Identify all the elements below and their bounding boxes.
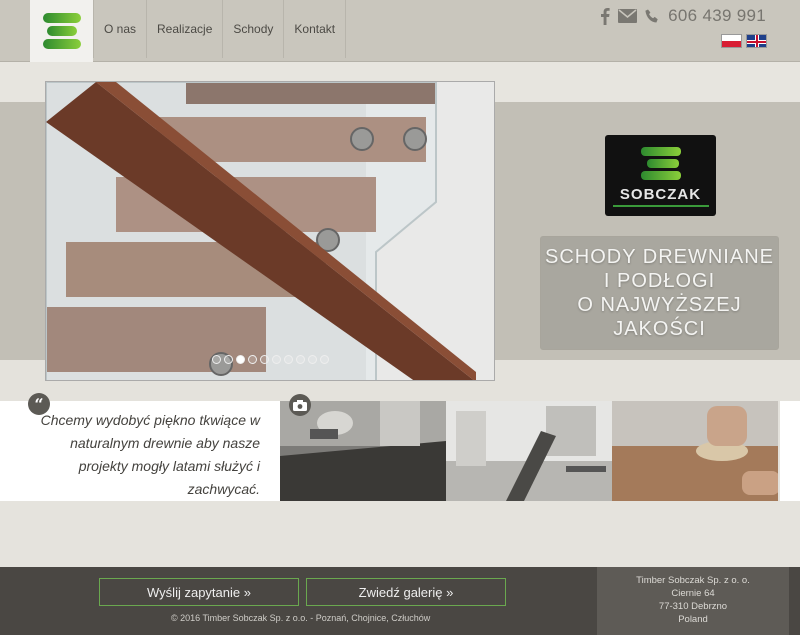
polish-flag-icon[interactable] bbox=[721, 34, 742, 48]
visit-gallery-button[interactable]: Zwiedź galerię » bbox=[306, 578, 506, 606]
copyright-text: © 2016 Timber Sobczak Sp. z o.o. - Pozna… bbox=[171, 613, 431, 623]
nav-item-schody[interactable]: Schody bbox=[223, 0, 285, 58]
slider-dot[interactable] bbox=[211, 355, 221, 364]
send-inquiry-button[interactable]: Wyślij zapytanie » bbox=[99, 578, 299, 606]
company-address: Timber Sobczak Sp. z o. o. Ciernie 64 77… bbox=[597, 567, 789, 635]
language-switcher bbox=[721, 34, 767, 48]
nav-item-realizacje[interactable]: Realizacje bbox=[147, 0, 224, 58]
quote-icon: “ bbox=[28, 393, 50, 415]
hero-headline: SCHODY DREWNIANE I PODŁOGI O NAJWYŻSZEJ … bbox=[545, 246, 774, 340]
address-line: Ciernie 64 bbox=[671, 588, 715, 599]
main-nav: O nas Realizacje Schody Kontakt bbox=[93, 0, 347, 58]
gallery-right-padding bbox=[780, 401, 800, 501]
address-line: Timber Sobczak Sp. z o. o. bbox=[636, 575, 750, 586]
camera-icon bbox=[289, 394, 311, 416]
slider-dot[interactable] bbox=[247, 355, 257, 364]
gallery-strip[interactable] bbox=[280, 401, 780, 501]
bottom-strip bbox=[0, 501, 800, 567]
address-line: Poland bbox=[678, 614, 708, 625]
hero-headline-box: SCHODY DREWNIANE I PODŁOGI O NAJWYŻSZEJ … bbox=[540, 236, 779, 350]
site-footer: Wyślij zapytanie » Zwiedź galerię » © 20… bbox=[0, 567, 800, 635]
address-line: 77-310 Debrzno bbox=[658, 601, 728, 612]
phone-number[interactable]: 606 439 991 bbox=[668, 6, 766, 26]
image-slider[interactable] bbox=[45, 81, 495, 381]
sobczak-brand-logo: SOBCZAK bbox=[605, 135, 716, 216]
gallery-photo-spraying[interactable] bbox=[280, 401, 446, 501]
home-logo[interactable] bbox=[30, 0, 93, 62]
gallery-photo-workshop[interactable] bbox=[446, 401, 612, 501]
english-flag-icon[interactable] bbox=[746, 34, 767, 48]
slider-dot[interactable] bbox=[271, 355, 281, 364]
quote-text: Chcemy wydobyć piękno tkwiące w naturaln… bbox=[40, 412, 260, 497]
gallery-photo-sanding[interactable] bbox=[612, 401, 778, 501]
slider-dot[interactable] bbox=[259, 355, 269, 364]
sobczak-logo-icon bbox=[639, 146, 683, 182]
contact-bar: 606 439 991 bbox=[600, 6, 766, 26]
slider-dots bbox=[46, 355, 494, 364]
facebook-icon[interactable] bbox=[600, 7, 610, 25]
slider-dot[interactable] bbox=[283, 355, 293, 364]
slider-dot[interactable] bbox=[235, 355, 245, 364]
brand-underline bbox=[612, 205, 709, 207]
sobczak-logo-icon bbox=[39, 11, 85, 51]
brand-name: SOBCZAK bbox=[619, 186, 702, 203]
stairs-photo bbox=[46, 82, 494, 380]
mail-icon[interactable] bbox=[618, 9, 638, 23]
site-header: O nas Realizacje Schody Kontakt 606 439 … bbox=[0, 0, 800, 62]
quote-section: Chcemy wydobyć piękno tkwiące w naturaln… bbox=[0, 401, 280, 501]
slider-dot[interactable] bbox=[307, 355, 317, 364]
nav-item-o-nas[interactable]: O nas bbox=[93, 0, 148, 58]
slider-dot[interactable] bbox=[319, 355, 329, 364]
slider-dot[interactable] bbox=[223, 355, 233, 364]
nav-item-kontakt[interactable]: Kontakt bbox=[284, 0, 347, 58]
phone-icon bbox=[645, 9, 660, 24]
slider-dot[interactable] bbox=[295, 355, 305, 364]
